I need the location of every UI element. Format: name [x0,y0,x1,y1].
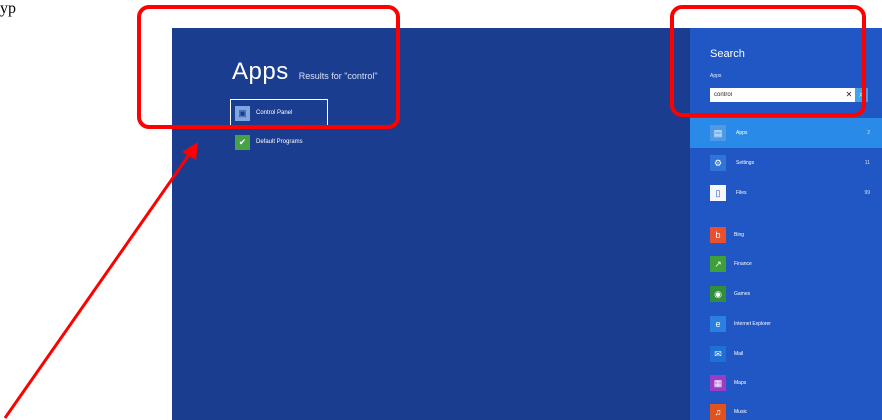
arrow-head [182,142,198,160]
arrow-shaft [3,151,193,419]
annotation-arrow [3,142,198,419]
